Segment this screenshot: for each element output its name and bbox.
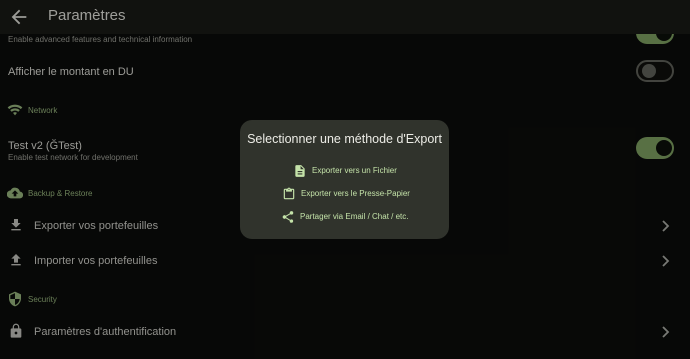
export-file-label: Exporter vers un Fichier bbox=[312, 166, 397, 175]
export-clipboard-label: Exporter vers le Presse-Papier bbox=[301, 189, 410, 198]
export-clipboard-option[interactable]: Exporter vers le Presse-Papier bbox=[240, 185, 449, 203]
export-method-dialog: Selectionner une méthode d'Export Export… bbox=[240, 120, 449, 239]
dialog-title: Selectionner une méthode d'Export bbox=[247, 132, 442, 146]
share-label: Partager via Email / Chat / etc. bbox=[300, 212, 409, 221]
file-icon bbox=[295, 165, 305, 177]
share-icon bbox=[282, 211, 294, 223]
export-file-option[interactable]: Exporter vers un Fichier bbox=[240, 162, 449, 180]
share-option[interactable]: Partager via Email / Chat / etc. bbox=[240, 208, 449, 226]
clipboard-icon bbox=[283, 187, 295, 200]
